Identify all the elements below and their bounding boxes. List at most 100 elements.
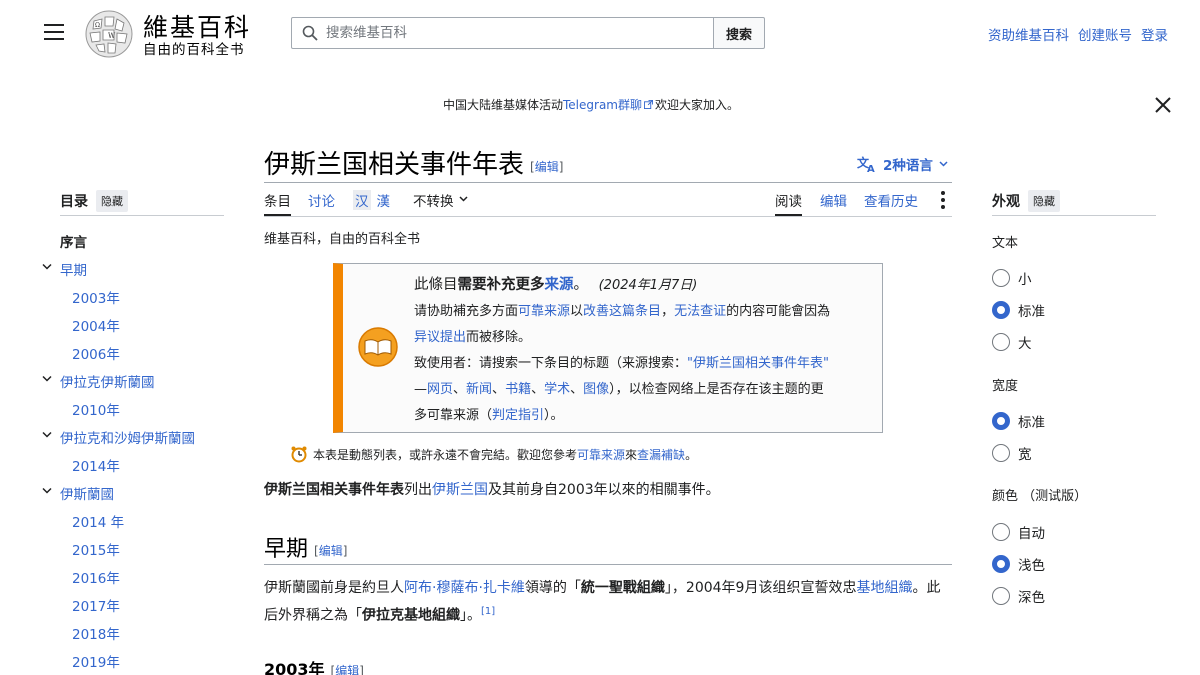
- width-option[interactable]: 标准: [992, 411, 1045, 431]
- width-label: 宽度: [992, 379, 1019, 394]
- radio-checked-icon[interactable]: [992, 412, 1010, 430]
- toc-item[interactable]: 2015年: [72, 539, 120, 559]
- amb-improve-link[interactable]: 改善这篇条目: [583, 304, 661, 319]
- toc-item-label: 2017年: [72, 599, 120, 615]
- chevron-down-icon[interactable]: [42, 431, 52, 439]
- toc-item[interactable]: 2014 年: [72, 511, 124, 531]
- amb-news-link[interactable]: 新闻: [466, 382, 492, 397]
- toc-item[interactable]: 伊斯蘭國: [42, 483, 114, 503]
- main-menu-icon[interactable]: [44, 24, 64, 40]
- radio-unchecked-icon[interactable]: [992, 269, 1010, 287]
- dynamic-list-note: 本表是動態列表，或許永遠不會完結。歡迎您參考可靠来源來查漏補缺。: [290, 445, 697, 463]
- toc-title: 目录: [60, 194, 88, 210]
- toc-item-label: 伊拉克伊斯蘭國: [60, 375, 155, 391]
- alarm-clock-icon: [291, 446, 307, 463]
- dyn-fill-gaps-link[interactable]: 查漏補缺: [637, 448, 685, 462]
- radio-checked-icon[interactable]: [992, 555, 1010, 573]
- appearance-header: 外观 隐藏: [992, 190, 1157, 212]
- language-button[interactable]: 文 A 2种语言: [857, 154, 948, 174]
- tab-article[interactable]: 条目: [264, 190, 291, 216]
- variant-hant[interactable]: 漢: [375, 190, 393, 210]
- toc-item[interactable]: 2006年: [72, 343, 120, 363]
- toc-item[interactable]: 2010年: [72, 399, 120, 419]
- early-paragraph: 伊斯蘭國前身是約旦人阿布·穆薩布·扎卡維領導的「統一聖戰組織」，2004年9月该…: [264, 576, 954, 628]
- amb-l6-c: ）。: [544, 408, 564, 423]
- wikipedia-globe-icon[interactable]: W Ω: [84, 9, 134, 59]
- telegram-link[interactable]: Telegram群聊: [563, 98, 642, 112]
- isis-link[interactable]: 伊斯兰国: [432, 482, 488, 498]
- radio-unchecked-icon[interactable]: [992, 444, 1010, 462]
- color-option-label: 浅色: [1018, 558, 1045, 574]
- title-edit-link[interactable]: 编辑: [535, 160, 559, 174]
- amb-web-link[interactable]: 网页: [427, 382, 453, 397]
- appearance-title: 外观: [992, 194, 1020, 210]
- text-size-option-label: 小: [1018, 272, 1032, 288]
- toc-item[interactable]: 2004年: [72, 315, 120, 335]
- amb-search-title-link[interactable]: "伊斯兰国相关事件年表": [687, 356, 829, 371]
- text-size-option[interactable]: 小: [992, 268, 1032, 288]
- refimprove-text: 此條目需要补充更多来源。 (2024年1月7日) 请协助補充多方面可靠来源以改善…: [414, 272, 874, 429]
- tab-read[interactable]: 阅读: [775, 190, 802, 216]
- tab-edit[interactable]: 编辑: [820, 190, 847, 216]
- color-option[interactable]: 浅色: [992, 554, 1045, 574]
- color-option[interactable]: 自动: [992, 522, 1045, 542]
- intro-paragraph: 伊斯兰国相关事件年表列出伊斯兰国及其前身自2003年以來的相關事件。: [264, 479, 720, 499]
- chevron-down-icon[interactable]: [42, 487, 52, 495]
- zarqawi-link[interactable]: 阿布·穆薩布·扎卡維: [404, 580, 525, 596]
- more-actions-icon[interactable]: [939, 191, 947, 209]
- tab-talk[interactable]: 讨论: [308, 190, 335, 216]
- amb-scholar-link[interactable]: 学术: [544, 382, 570, 397]
- radio-unchecked-icon[interactable]: [992, 587, 1010, 605]
- toc-item[interactable]: 序言: [60, 231, 87, 251]
- variant-hans[interactable]: 汉: [353, 190, 371, 210]
- login-link[interactable]: 登录: [1141, 24, 1168, 44]
- amb-images-link[interactable]: 图像: [583, 382, 609, 397]
- appearance-hide-button[interactable]: 隐藏: [1028, 190, 1060, 212]
- toc-hide-button[interactable]: 隐藏: [96, 190, 128, 212]
- toc-item[interactable]: 2018年: [72, 623, 120, 643]
- dyn-reliable-link[interactable]: 可靠来源: [577, 448, 625, 462]
- donate-link[interactable]: 资助维基百科: [988, 24, 1069, 44]
- chevron-down-icon[interactable]: [42, 263, 52, 271]
- variant-switch: 汉 漢: [353, 190, 392, 210]
- amb-challenge-link[interactable]: 异议提出: [414, 330, 466, 345]
- toc-item[interactable]: 伊拉克伊斯蘭國: [42, 371, 155, 391]
- amb-sources-link[interactable]: 来源: [545, 277, 574, 293]
- amb-unverifiable-link[interactable]: 无法查证: [674, 304, 726, 319]
- toc-item[interactable]: 2014年: [72, 455, 120, 475]
- toc-item[interactable]: 早期: [42, 259, 87, 279]
- search-input[interactable]: [326, 25, 696, 41]
- no-convert-dropdown[interactable]: 不转换: [413, 190, 468, 216]
- width-option[interactable]: 宽: [992, 443, 1032, 463]
- amb-reliable-link[interactable]: 可靠来源: [518, 304, 570, 319]
- search-button[interactable]: 搜索: [713, 17, 765, 49]
- toc-item[interactable]: 2019年: [72, 651, 120, 671]
- refimprove-notice: 此條目需要补充更多来源。 (2024年1月7日) 请协助補充多方面可靠来源以改善…: [333, 263, 883, 433]
- close-icon[interactable]: [1154, 96, 1172, 114]
- color-option[interactable]: 深色: [992, 586, 1045, 606]
- section-edit-link[interactable]: 编辑: [319, 544, 343, 558]
- al-qaeda-link[interactable]: 基地組織: [856, 580, 912, 596]
- toc-item-label: 伊斯蘭國: [60, 487, 114, 503]
- amb-l5-a: —: [414, 382, 427, 397]
- subsection-heading-text: 2003年: [264, 660, 325, 675]
- chevron-down-icon[interactable]: [42, 375, 52, 383]
- amb-l4-a: 致使用者：请搜索一下条目的标题（来源搜索：: [414, 356, 688, 371]
- text-size-option[interactable]: 标准: [992, 300, 1045, 320]
- radio-checked-icon[interactable]: [992, 301, 1010, 319]
- toc-item[interactable]: 伊拉克和沙姆伊斯蘭國: [42, 427, 195, 447]
- toc-item[interactable]: 2016年: [72, 567, 120, 587]
- no-convert-label: 不转换: [413, 194, 454, 210]
- text-size-option[interactable]: 大: [992, 332, 1032, 352]
- toc-item[interactable]: 2003年: [72, 287, 120, 307]
- reference-1-link[interactable]: [1]: [481, 606, 495, 617]
- search-box[interactable]: [291, 17, 715, 49]
- radio-unchecked-icon[interactable]: [992, 333, 1010, 351]
- toc-item[interactable]: 2017年: [72, 595, 120, 615]
- amb-guideline-link[interactable]: 判定指引: [492, 408, 544, 423]
- tab-history[interactable]: 查看历史: [864, 190, 918, 216]
- create-account-link[interactable]: 创建账号: [1078, 24, 1132, 44]
- amb-books-link[interactable]: 书籍: [505, 382, 531, 397]
- subsection-edit-link[interactable]: 编辑: [335, 664, 359, 675]
- radio-unchecked-icon[interactable]: [992, 523, 1010, 541]
